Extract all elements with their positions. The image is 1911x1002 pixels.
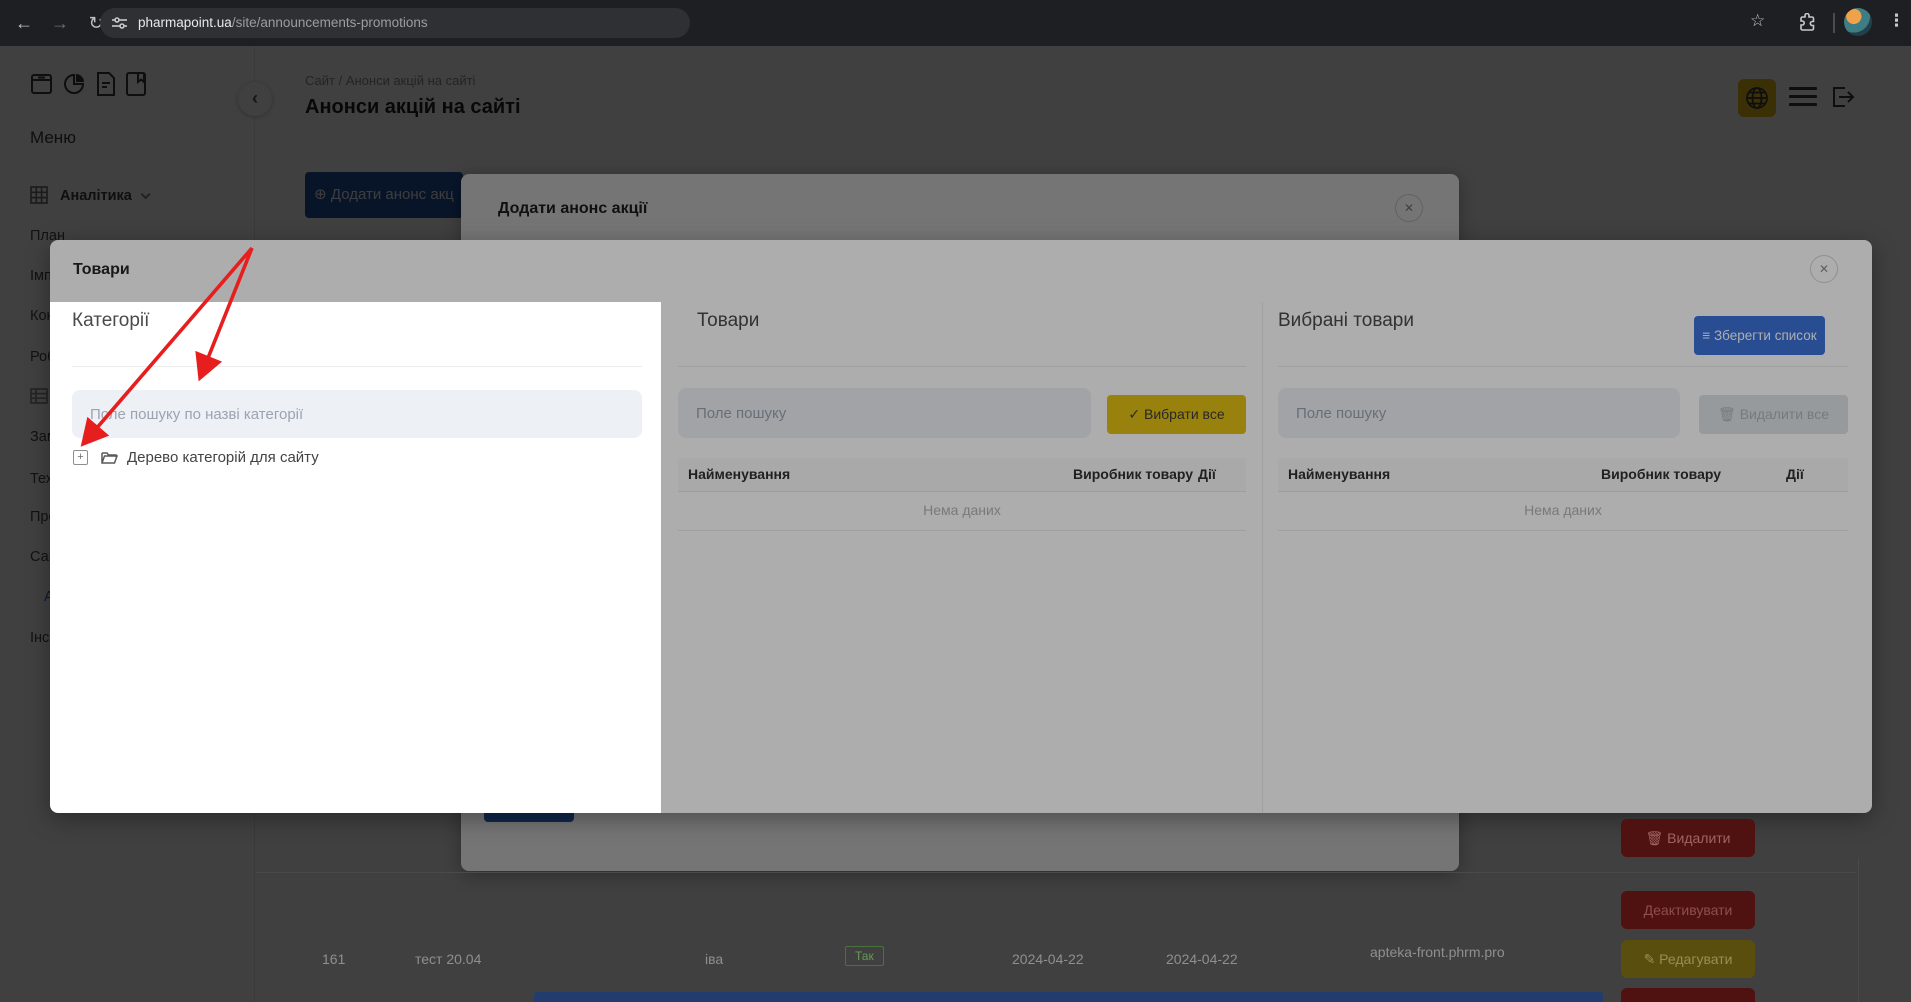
products-modal: Товари ✕ Категорії + Дерево категорій дл…	[50, 240, 1872, 813]
selected-table-header: Найменування Виробник товару Дії	[1278, 458, 1848, 492]
url-path: /site/announcements-promotions	[232, 15, 428, 30]
browser-toolbar: ← → ↻ pharmapoint.ua/site/announcements-…	[0, 0, 1911, 46]
deactivate-button[interactable]: Деактивувати	[1621, 891, 1755, 929]
edit-button[interactable]: ✎ Редагувати	[1621, 940, 1755, 978]
products-empty-state: Нема даних	[678, 493, 1246, 531]
products-title: Товари	[697, 310, 759, 332]
remove-all-button[interactable]: 🗑 Видалити все	[1699, 395, 1848, 434]
trash-icon: 🗑	[1645, 830, 1667, 846]
url-host: pharmapoint.ua	[138, 15, 232, 30]
category-tree-item[interactable]: Дерево категорій для сайту	[127, 449, 319, 466]
category-search-input[interactable]	[72, 390, 642, 438]
products-search-input[interactable]	[678, 388, 1091, 438]
modal-title: Товари	[73, 261, 130, 279]
browser-back-icon[interactable]: ←	[12, 11, 36, 35]
categories-title: Категорії	[72, 310, 149, 332]
site-info-icon[interactable]	[112, 16, 127, 30]
browser-menu-icon[interactable]: ⋮	[1888, 11, 1905, 31]
selected-empty-state: Нема даних	[1278, 493, 1848, 531]
trash-icon: 🗑	[1718, 406, 1740, 422]
browser-forward-icon[interactable]: →	[48, 11, 72, 35]
selected-products-title: Вибрані товари	[1278, 310, 1414, 332]
extensions-icon[interactable]	[1798, 11, 1817, 32]
close-icon[interactable]: ✕	[1810, 255, 1838, 283]
list-icon: ≡	[1702, 328, 1714, 343]
delete-button[interactable]: 🗑 Видалити	[1621, 819, 1755, 857]
selected-search-input[interactable]	[1278, 388, 1680, 438]
bookmark-star-icon[interactable]: ☆	[1750, 11, 1765, 31]
save-list-button[interactable]: ≡ Зберегти список	[1694, 316, 1825, 355]
tree-expand-button[interactable]: +	[73, 450, 88, 465]
profile-avatar[interactable]	[1844, 8, 1872, 36]
products-table-header: Найменування Виробник товару Дії	[678, 458, 1246, 492]
address-bar[interactable]: pharmapoint.ua/site/announcements-promot…	[100, 8, 690, 38]
folder-icon	[101, 450, 118, 465]
select-all-button[interactable]: ✓ Вибрати все	[1107, 395, 1246, 434]
extra-action-button[interactable]	[1621, 988, 1755, 1002]
